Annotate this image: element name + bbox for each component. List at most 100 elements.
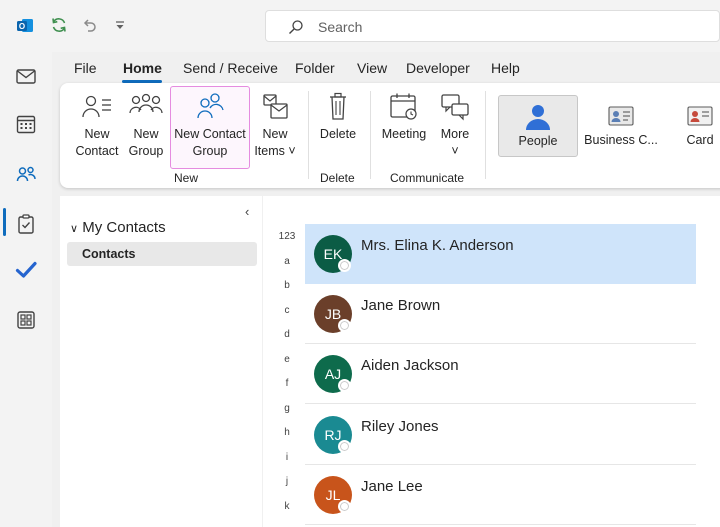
- index-letter[interactable]: f: [277, 378, 297, 389]
- contact-list: 123 a b c d e f g h i j k EK Mrs. Elina …: [263, 196, 720, 527]
- contact-row[interactable]: AJ Aiden Jackson: [305, 344, 696, 404]
- presence-status-icon: [338, 440, 351, 453]
- index-letter[interactable]: 123: [277, 231, 297, 242]
- contact-name: Jane Lee: [361, 478, 423, 495]
- folder-group-my-contacts[interactable]: ∨ My Contacts: [70, 219, 166, 236]
- business-card-icon: [608, 106, 634, 126]
- meeting-label: Meeting: [381, 127, 427, 141]
- outlook-logo-icon[interactable]: O: [16, 17, 34, 35]
- new-items-label-1: New: [262, 127, 288, 141]
- new-contact-label-1: New: [84, 127, 110, 141]
- group-label-communicate: Communicate: [390, 171, 465, 185]
- apps-icon[interactable]: [14, 308, 38, 332]
- contact-name: Jane Brown: [361, 297, 441, 314]
- view-business-card-button[interactable]: Business C...: [582, 95, 660, 157]
- menu-bar: File Home Send / Receive Folder View Dev…: [60, 52, 720, 82]
- view-people-label: People: [518, 134, 558, 148]
- search-placeholder: Search: [318, 19, 363, 35]
- group-label-delete: Delete: [320, 171, 355, 185]
- more-label: More: [440, 127, 470, 141]
- view-card-label: Card: [686, 133, 714, 147]
- person-card-icon: [526, 105, 550, 130]
- folder-item-contacts[interactable]: Contacts: [67, 242, 257, 266]
- contact-name: Aiden Jackson: [361, 357, 459, 374]
- ribbon-separator: [485, 91, 486, 179]
- index-letter[interactable]: d: [277, 329, 297, 340]
- index-letter[interactable]: c: [277, 305, 297, 316]
- more-chevron-icon: ˅: [451, 144, 459, 158]
- group-label-new: New: [174, 171, 199, 185]
- folder-group-label: My Contacts: [82, 219, 166, 236]
- presence-status-icon: [338, 259, 351, 272]
- index-letter[interactable]: g: [277, 403, 297, 414]
- presence-status-icon: [338, 319, 351, 332]
- tab-home[interactable]: Home: [123, 60, 162, 76]
- contact-row[interactable]: RJ Riley Jones: [305, 405, 696, 465]
- new-contact-group-button[interactable]: New Contact Group: [171, 91, 249, 160]
- index-letter[interactable]: i: [277, 452, 297, 463]
- search-icon: [289, 20, 303, 34]
- contact-row[interactable]: EK Mrs. Elina K. Anderson: [305, 224, 696, 284]
- ribbon-separator: [370, 91, 371, 179]
- calendar-icon[interactable]: [14, 112, 38, 136]
- contact-card-icon: [687, 106, 713, 126]
- new-contact-group-icon: [197, 93, 224, 119]
- delete-button[interactable]: Delete: [316, 91, 360, 143]
- presence-status-icon: [338, 379, 351, 392]
- app-rail: [0, 52, 52, 527]
- contact-row[interactable]: JL Jane Lee: [305, 465, 696, 525]
- search-input[interactable]: Search: [265, 10, 720, 42]
- new-contact-icon: [82, 95, 111, 118]
- folder-pane: ‹ ∨ My Contacts Contacts: [60, 196, 262, 527]
- title-bar: O Search: [0, 0, 720, 52]
- presence-status-icon: [338, 500, 351, 513]
- sync-icon[interactable]: [50, 16, 68, 34]
- index-letter[interactable]: h: [277, 427, 297, 438]
- tab-help[interactable]: Help: [491, 60, 520, 76]
- checkmark-icon[interactable]: [14, 258, 38, 282]
- contact-name: Mrs. Elina K. Anderson: [361, 237, 514, 254]
- new-contact-button[interactable]: New Contact: [72, 91, 122, 160]
- folder-item-label: Contacts: [82, 247, 136, 261]
- tab-send-receive[interactable]: Send / Receive: [183, 60, 278, 76]
- contact-row[interactable]: JB Jane Brown: [305, 284, 696, 344]
- new-contact-group-label-2: Group: [192, 144, 228, 158]
- chevron-down-icon: ∨: [70, 223, 79, 235]
- new-group-label-2: Group: [128, 144, 164, 158]
- new-items-icon: [263, 94, 288, 119]
- new-items-button[interactable]: New Items ˅: [251, 91, 299, 160]
- new-items-label-2: Items ˅: [254, 144, 296, 158]
- more-button[interactable]: More ˅: [434, 91, 476, 160]
- tab-view[interactable]: View: [357, 60, 387, 76]
- tab-file[interactable]: File: [74, 60, 97, 76]
- svg-text:O: O: [19, 22, 25, 31]
- undo-icon[interactable]: [80, 16, 98, 34]
- contact-name: Riley Jones: [361, 418, 439, 435]
- new-group-icon: [129, 93, 163, 114]
- index-letter[interactable]: k: [277, 501, 297, 512]
- new-contact-group-label-1: New Contact: [174, 127, 246, 141]
- index-letter[interactable]: b: [277, 280, 297, 291]
- mail-icon[interactable]: [14, 64, 38, 88]
- meeting-button[interactable]: Meeting: [376, 91, 432, 143]
- more-comm-icon: [441, 94, 469, 121]
- collapse-pane-icon[interactable]: ‹: [245, 204, 249, 219]
- meeting-icon: [390, 93, 417, 120]
- new-group-label-1: New: [133, 127, 159, 141]
- tab-folder[interactable]: Folder: [295, 60, 335, 76]
- index-letter[interactable]: e: [277, 354, 297, 365]
- rail-active-indicator: [3, 208, 6, 236]
- view-card-button[interactable]: Card: [672, 95, 720, 157]
- index-letter[interactable]: j: [277, 476, 297, 487]
- todo-icon[interactable]: [14, 212, 38, 236]
- delete-label: Delete: [319, 127, 357, 141]
- trash-icon: [330, 92, 346, 120]
- new-contact-label-2: Contact: [75, 144, 119, 158]
- ribbon: New Contact New Group New Contact Group: [60, 83, 720, 188]
- tab-developer[interactable]: Developer: [406, 60, 470, 76]
- index-letter[interactable]: a: [277, 256, 297, 267]
- customize-quick-access-icon[interactable]: [111, 16, 129, 34]
- new-group-button[interactable]: New Group: [124, 91, 168, 160]
- view-people-button[interactable]: People: [498, 95, 578, 157]
- people-icon[interactable]: [14, 162, 38, 186]
